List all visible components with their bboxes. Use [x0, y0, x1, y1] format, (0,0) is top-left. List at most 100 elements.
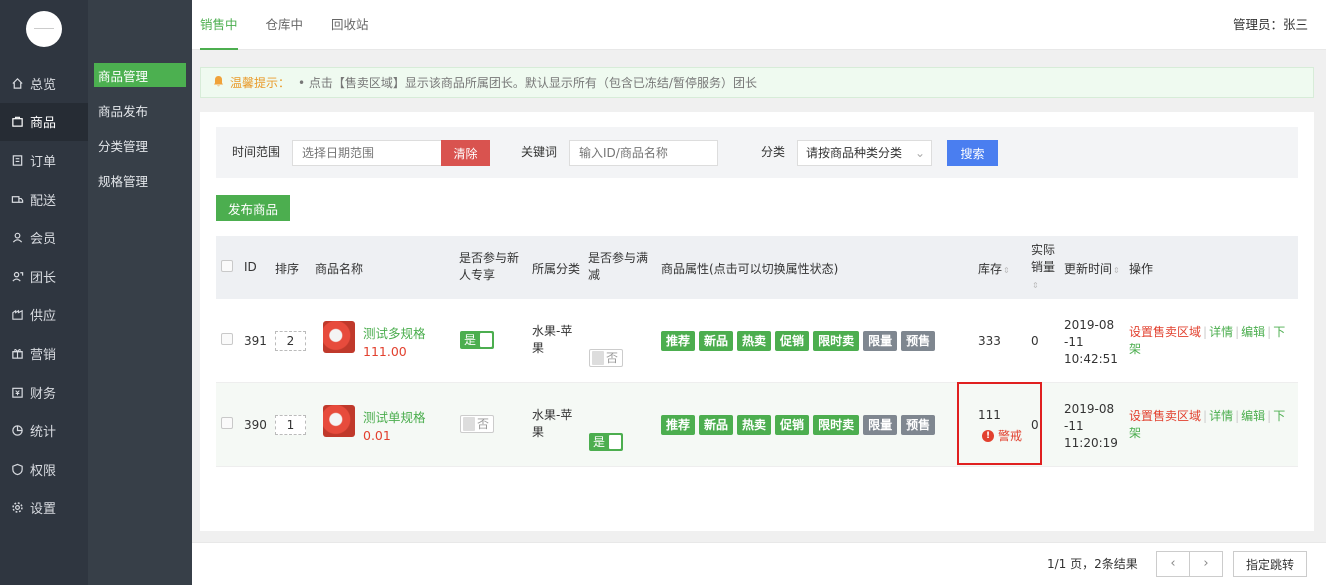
toggle-label: 否: [476, 417, 489, 431]
subnav-item-goods-publish[interactable]: 商品发布: [94, 98, 186, 122]
row-checkbox[interactable]: [221, 417, 233, 429]
subnav-item-spec-management[interactable]: 规格管理: [94, 168, 186, 192]
col-id: ID: [244, 260, 257, 274]
nav-item-members[interactable]: 会员: [0, 218, 88, 257]
supply-icon: [10, 308, 24, 322]
admin-name: 管理员：张三: [1232, 17, 1308, 32]
category-select-value: 请按商品种类分类: [806, 146, 903, 160]
nav-item-finance[interactable]: 财务: [0, 373, 88, 412]
newbie-toggle[interactable]: 是: [460, 331, 494, 349]
publish-goods-button[interactable]: 发布商品: [216, 195, 290, 221]
clear-button[interactable]: 清除: [441, 140, 490, 166]
detail-link[interactable]: 详情: [1209, 325, 1233, 339]
secondary-sidebar: 商品管理 商品发布 分类管理 规格管理: [88, 0, 192, 585]
col-category: 所属分类: [532, 262, 581, 276]
order-icon: [10, 153, 24, 167]
gear-icon: [10, 501, 24, 515]
edit-link[interactable]: 编辑: [1241, 409, 1265, 423]
tag-recommend[interactable]: 推荐: [661, 415, 696, 435]
full-reduce-toggle[interactable]: 是: [589, 433, 623, 451]
nav-item-delivery[interactable]: 配送: [0, 180, 88, 219]
row-updated: 2019-08-11 11:20:19: [1064, 401, 1118, 452]
nav-item-stats[interactable]: 统计: [0, 411, 88, 450]
divider: |: [1235, 325, 1240, 339]
product-name-link[interactable]: 测试多规格: [363, 323, 426, 342]
product-price: 111.00: [363, 344, 407, 359]
nav-item-label: 订单: [30, 154, 57, 170]
tab-on-sale[interactable]: 销售中: [200, 0, 238, 50]
col-updated[interactable]: 更新时间⇕: [1064, 260, 1120, 277]
edit-link[interactable]: 编辑: [1241, 325, 1265, 339]
tag-promo[interactable]: 促销: [775, 415, 810, 435]
row-checkbox[interactable]: [221, 333, 233, 345]
nav-item-goods[interactable]: 商品: [0, 102, 88, 142]
select-all-checkbox[interactable]: [221, 260, 233, 272]
tag-flash-sale[interactable]: 限时卖: [813, 331, 860, 351]
date-range-input[interactable]: [292, 140, 442, 166]
tag-promo[interactable]: 促销: [775, 331, 810, 351]
full-reduce-toggle[interactable]: 否: [589, 349, 623, 367]
newbie-toggle[interactable]: 否: [460, 415, 494, 433]
chevron-down-icon: ⌄: [914, 146, 925, 160]
bag-icon: [10, 115, 24, 129]
tab-in-warehouse[interactable]: 仓库中: [266, 0, 304, 50]
row-category: 水果-苹果: [532, 324, 573, 355]
tag-flash-sale[interactable]: 限时卖: [813, 415, 860, 435]
pagination: 1/1 页，2条结果 ‹ › 指定跳转: [192, 542, 1326, 585]
row-sales: 0: [1031, 334, 1039, 348]
nav-item-overview[interactable]: 总览: [0, 64, 88, 103]
attr-tags: 推荐 新品 热卖 促销 限时卖 限量 预售: [661, 331, 939, 351]
keyword-input[interactable]: [569, 140, 718, 166]
prev-page-button[interactable]: ‹: [1156, 551, 1190, 577]
subnav-item-goods-management[interactable]: 商品管理: [94, 63, 186, 87]
nav-item-settings[interactable]: 设置: [0, 489, 88, 528]
chart-icon: [10, 424, 24, 438]
nav-item-leaders[interactable]: 团长: [0, 257, 88, 296]
nav-item-label: 营销: [30, 347, 57, 363]
subnav-item-category-management[interactable]: 分类管理: [94, 133, 186, 157]
nav-item-marketing[interactable]: 营销: [0, 334, 88, 373]
nav-item-supply[interactable]: 供应: [0, 296, 88, 335]
tag-presale[interactable]: 预售: [901, 415, 936, 435]
page-info: 1/1 页，2条结果: [1047, 557, 1138, 571]
col-stock[interactable]: 库存⇕: [978, 260, 1010, 277]
col-order: 排序: [275, 262, 300, 276]
set-area-link[interactable]: 设置售卖区域: [1129, 409, 1201, 423]
category-select[interactable]: 请按商品种类分类 ⌄: [797, 140, 932, 166]
tag-limited[interactable]: 限量: [863, 331, 898, 351]
tag-hot[interactable]: 热卖: [737, 331, 772, 351]
row-updated: 2019-08-11 10:42:51: [1064, 317, 1118, 368]
nav-list: 总览 商品 订单 配送 会员 团长 供应 营销 财务 统计 权限 设置: [0, 64, 88, 527]
table-row: 391 2 测试多规格 111.00 是 水果-苹果 否 推荐 新品 热卖 促销…: [216, 299, 1298, 383]
search-button[interactable]: 搜索: [947, 140, 998, 166]
jump-page-button[interactable]: 指定跳转: [1233, 551, 1307, 577]
product-name-link[interactable]: 测试单规格: [363, 407, 426, 426]
tag-recommend[interactable]: 推荐: [661, 331, 696, 351]
set-area-link[interactable]: 设置售卖区域: [1129, 325, 1201, 339]
detail-link[interactable]: 详情: [1209, 409, 1233, 423]
nav-item-label: 财务: [30, 386, 57, 402]
tab-recycle-bin[interactable]: 回收站: [331, 0, 369, 50]
nav-item-label: 会员: [30, 232, 57, 248]
nav-item-orders[interactable]: 订单: [0, 141, 88, 180]
product-image: [323, 321, 355, 353]
nav-item-permissions[interactable]: 权限: [0, 450, 88, 489]
avatar[interactable]: [26, 11, 62, 47]
table-header: ID 排序 商品名称 是否参与新人专享 所属分类 是否参与满减 商品属性(点击可…: [216, 236, 1298, 299]
tag-limited[interactable]: 限量: [863, 415, 898, 435]
primary-sidebar: 总览 商品 订单 配送 会员 团长 供应 营销 财务 统计 权限 设置: [0, 0, 88, 585]
stock-highlight-box: [957, 382, 1042, 465]
nav-item-label: 总览: [30, 77, 57, 93]
main-panel: 时间范围 清除 关键词 分类 请按商品种类分类 ⌄ 搜索 发布商品 ID 排序 商…: [200, 112, 1314, 531]
nav-item-label: 团长: [30, 270, 57, 286]
notice-label: 温馨提示：: [230, 76, 291, 90]
tag-new[interactable]: 新品: [699, 331, 734, 351]
col-newbie: 是否参与新人专享: [459, 251, 520, 282]
order-input[interactable]: 1: [275, 415, 306, 435]
col-sales[interactable]: 实际销量 ⇕: [1031, 242, 1059, 294]
order-input[interactable]: 2: [275, 331, 306, 351]
next-page-button[interactable]: ›: [1189, 551, 1223, 577]
tag-hot[interactable]: 热卖: [737, 415, 772, 435]
tag-presale[interactable]: 预售: [901, 331, 936, 351]
tag-new[interactable]: 新品: [699, 415, 734, 435]
